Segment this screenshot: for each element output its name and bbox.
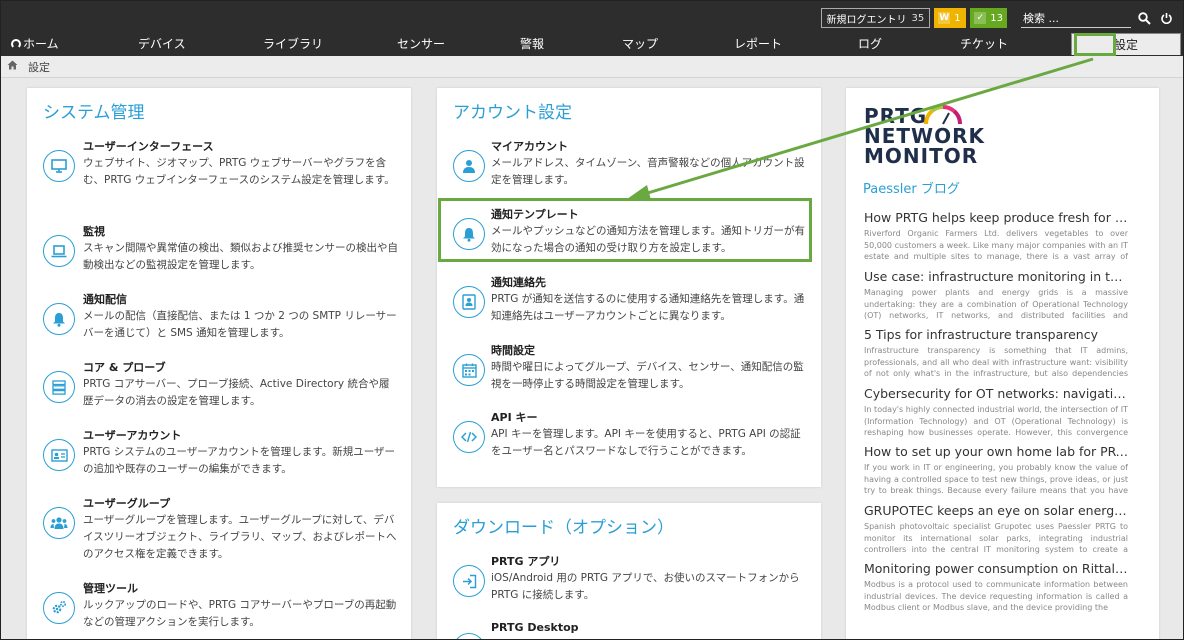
annotation-arrow [627, 57, 1094, 200]
prtg-window: 新規ログエントリ 35 W 1 ✓ 13 検索 ... ホーム デバイス ライブ… [0, 0, 1184, 640]
